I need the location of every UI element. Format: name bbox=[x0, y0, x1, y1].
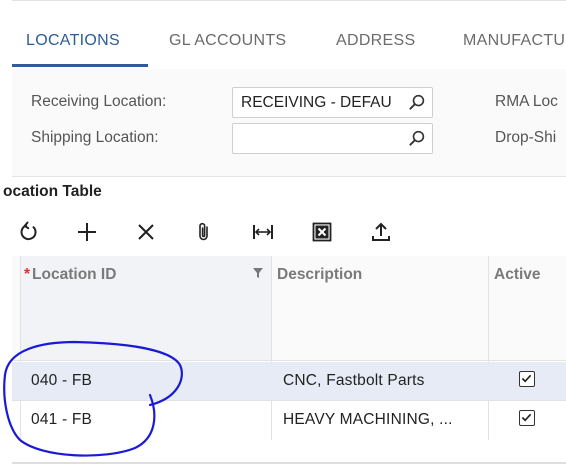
tab-gl-accounts[interactable]: GL ACCOUNTS bbox=[169, 32, 286, 50]
column-header-active[interactable]: Active bbox=[488, 256, 566, 361]
add-row-button[interactable] bbox=[70, 214, 104, 250]
upload-icon bbox=[372, 222, 390, 241]
location-id-cell[interactable]: 041 - FB bbox=[31, 411, 92, 429]
tab-address[interactable]: ADDRESS bbox=[336, 32, 415, 50]
location-table: * Location ID Description Active 040 - FB… bbox=[12, 256, 566, 464]
column-header-location-id-label: Location ID bbox=[32, 266, 117, 283]
row-selector-header bbox=[12, 256, 20, 361]
location-form: Receiving Location: RECEIVING - DEFAU RM… bbox=[12, 69, 566, 177]
column-header-description-label: Description bbox=[277, 266, 363, 283]
delete-row-button[interactable] bbox=[129, 214, 163, 250]
column-header-active-label: Active bbox=[494, 266, 541, 283]
fit-columns-button[interactable] bbox=[246, 214, 280, 250]
export-excel-button[interactable] bbox=[305, 214, 339, 250]
rma-location-label: RMA Loc bbox=[495, 93, 558, 110]
checkmark-icon bbox=[521, 374, 532, 383]
active-tab-indicator bbox=[12, 64, 148, 67]
description-cell[interactable]: CNC, Fastbolt Parts bbox=[283, 372, 425, 390]
delete-icon bbox=[138, 224, 154, 240]
column-header-description[interactable]: Description bbox=[271, 256, 488, 361]
active-checkbox[interactable] bbox=[519, 410, 535, 426]
top-border bbox=[12, 0, 566, 1]
receiving-location-value: RECEIVING - DEFAU bbox=[241, 94, 392, 111]
add-icon bbox=[78, 223, 96, 241]
checkmark-icon bbox=[521, 413, 532, 422]
search-icon[interactable] bbox=[408, 129, 427, 148]
fit-columns-icon bbox=[253, 225, 273, 239]
location-id-cell[interactable]: 040 - FB bbox=[31, 372, 92, 390]
shipping-location-field[interactable] bbox=[232, 123, 433, 154]
grid-toolbar bbox=[12, 214, 566, 250]
receiving-location-label: Receiving Location: bbox=[31, 93, 167, 110]
grid-bottom-border bbox=[12, 462, 566, 464]
drop-ship-location-label: Drop-Shi bbox=[495, 129, 557, 146]
tab-bar: LOCATIONS GL ACCOUNTS ADDRESS MANUFACTU bbox=[12, 22, 566, 68]
refresh-button[interactable] bbox=[12, 214, 46, 250]
table-row[interactable]: 041 - FB HEAVY MACHINING, ... bbox=[12, 401, 566, 439]
location-table-title: ocation Table bbox=[3, 183, 102, 200]
filter-icon[interactable] bbox=[253, 268, 263, 278]
active-checkbox[interactable] bbox=[519, 371, 535, 387]
column-header-location-id[interactable]: * Location ID bbox=[20, 256, 271, 361]
attach-file-button[interactable] bbox=[187, 214, 221, 250]
table-row[interactable]: 040 - FB CNC, Fastbolt Parts bbox=[12, 362, 566, 400]
search-icon[interactable] bbox=[408, 93, 427, 112]
paperclip-icon bbox=[199, 222, 208, 241]
receiving-location-field[interactable]: RECEIVING - DEFAU bbox=[232, 87, 433, 118]
tab-manufacturing[interactable]: MANUFACTU bbox=[463, 32, 565, 50]
upload-button[interactable] bbox=[364, 214, 398, 250]
tab-locations[interactable]: LOCATIONS bbox=[26, 32, 120, 50]
required-marker: * bbox=[24, 266, 31, 283]
shipping-location-label: Shipping Location: bbox=[31, 129, 159, 146]
description-cell[interactable]: HEAVY MACHINING, ... bbox=[283, 411, 453, 429]
excel-export-icon bbox=[312, 222, 332, 242]
refresh-icon bbox=[20, 221, 37, 241]
